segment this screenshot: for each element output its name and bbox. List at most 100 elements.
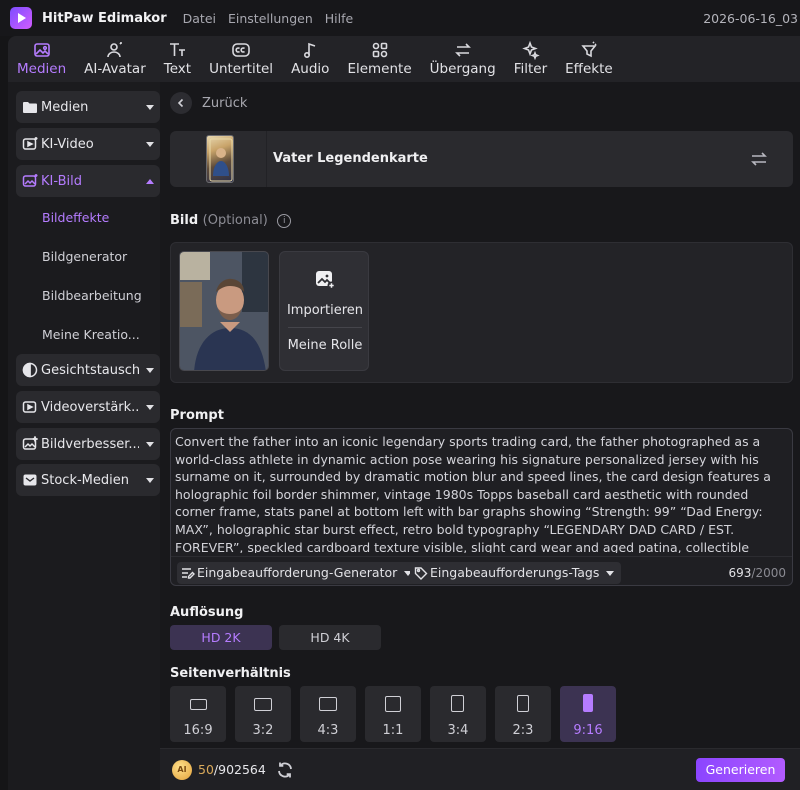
ratio-2-3[interactable]: 2:3	[495, 686, 551, 742]
sidebar-item-label: KI-Bild	[41, 173, 82, 189]
top-toolbar: Medien AI-Avatar Text Untertitel Audio E…	[8, 36, 800, 82]
app-logo-icon	[10, 7, 32, 29]
menu-datei[interactable]: Datei	[183, 11, 216, 26]
ratio-4-3[interactable]: 4:3	[300, 686, 356, 742]
sidebar-item-ki-video[interactable]: KI-Video	[16, 128, 160, 160]
selected-effect-card[interactable]: Vater Legendenkarte	[170, 131, 793, 187]
tab-label: Untertitel	[209, 61, 274, 77]
text-icon	[170, 43, 186, 56]
bottom-bar: AI 50/902564 Generieren	[160, 748, 800, 790]
avatar-icon	[107, 42, 122, 58]
image-enhance-icon	[22, 436, 38, 450]
ratio-3-2[interactable]: 3:2	[235, 686, 291, 742]
tab-medien[interactable]: Medien	[8, 40, 75, 82]
import-card[interactable]: Importieren Meine Rolle	[279, 251, 369, 371]
prompt-generator-label: Eingabeaufforderung-Generator	[197, 565, 398, 580]
title-bar: HitPaw Edimakor Datei Einstellungen Hilf…	[0, 0, 800, 36]
media-icon	[33, 43, 50, 57]
ratio-label: 2:3	[512, 723, 534, 738]
chevron-down-icon	[606, 571, 615, 576]
sidebar-item-bildverbesserer[interactable]: Bildverbesser...	[16, 428, 160, 460]
my-role-button[interactable]: Meine Rolle	[280, 338, 370, 353]
ratio-label: 9:16	[573, 723, 603, 738]
sidebar-subitem-bildeffekte[interactable]: Bildeffekte	[42, 210, 109, 225]
sidebar-subitem-bildbearbeitung[interactable]: Bildbearbeitung	[42, 288, 142, 303]
menu-hilfe[interactable]: Hilfe	[325, 11, 353, 26]
credits-coin-icon: AI	[172, 760, 192, 780]
tab-filter[interactable]: Filter	[505, 40, 556, 82]
ratio-shape-icon	[319, 697, 337, 711]
tab-label: Effekte	[565, 61, 613, 77]
info-icon[interactable]: i	[277, 214, 292, 228]
credits-total: /902564	[213, 762, 266, 777]
ratio-label: 3:4	[447, 723, 469, 738]
ratio-shape-icon	[517, 695, 529, 712]
ratio-1-1[interactable]: 1:1	[365, 686, 421, 742]
tab-text[interactable]: Text	[155, 40, 200, 82]
sidebar-item-ki-bild[interactable]: KI-Bild	[16, 165, 160, 197]
sidebar-item-stock-medien[interactable]: Stock-Medien	[16, 464, 160, 496]
image-panel: Importieren Meine Rolle	[170, 242, 793, 383]
effect-thumbnail	[206, 135, 234, 183]
ratio-16-9[interactable]: 16:9	[170, 686, 226, 742]
refresh-icon[interactable]	[276, 761, 294, 779]
import-button[interactable]: Importieren	[280, 303, 370, 318]
chevron-down-icon	[146, 142, 154, 147]
app-name: HitPaw Edimakor	[42, 10, 167, 26]
video-enhance-icon	[22, 401, 37, 413]
resolution-hd-2k[interactable]: HD 2K	[170, 625, 272, 650]
prompt-section-label: Prompt	[170, 408, 224, 423]
prompt-tags-label: Eingabeaufforderungs-Tags	[430, 565, 600, 580]
resolution-hd-4k[interactable]: HD 4K	[279, 625, 381, 650]
folder-icon	[23, 102, 37, 113]
tab-untertitel[interactable]: Untertitel	[200, 40, 282, 82]
filter-icon	[522, 40, 541, 60]
credits-used: 50	[198, 762, 214, 777]
tab-elemente[interactable]: Elemente	[338, 40, 420, 82]
sidebar-item-label: Videoverstärk...	[41, 399, 139, 415]
sidebar-item-label: KI-Video	[41, 136, 94, 152]
sidebar-subitem-meine-kreationen[interactable]: Meine Kreatio...	[42, 327, 140, 342]
sidebar-item-videoverstaerker[interactable]: Videoverstärk...	[16, 391, 160, 423]
image-section-label: Bild (Optional) i	[170, 213, 292, 228]
sidebar-item-gesichtstausch[interactable]: Gesichtstausch	[16, 354, 160, 386]
ratio-9-16[interactable]: 9:16	[560, 686, 616, 742]
ratio-label: 16:9	[183, 723, 213, 738]
card-divider	[266, 131, 267, 187]
effect-title: Vater Legendenkarte	[273, 151, 428, 166]
menu-einstellungen[interactable]: Einstellungen	[228, 11, 313, 26]
tab-audio[interactable]: Audio	[282, 40, 338, 82]
prompt-tags-dropdown[interactable]: Eingabeaufforderungs-Tags	[410, 562, 622, 584]
chevron-down-icon	[146, 368, 154, 373]
chevron-down-icon	[146, 442, 154, 447]
generate-button[interactable]: Generieren	[696, 758, 785, 782]
char-counter: 693/2000	[729, 566, 787, 580]
tab-uebergang[interactable]: Übergang	[421, 40, 505, 82]
ratio-shape-icon	[451, 695, 464, 712]
chevron-down-icon	[146, 405, 154, 410]
sidebar-item-label: Medien	[41, 99, 89, 115]
uploaded-photo[interactable]	[179, 251, 269, 371]
back-button[interactable]: Zurück	[170, 92, 247, 114]
tab-ai-avatar[interactable]: AI-Avatar	[75, 40, 155, 82]
tab-label: Übergang	[429, 61, 496, 77]
tab-label: Elemente	[347, 61, 412, 77]
ratio-shape-icon	[583, 694, 593, 712]
prompt-generator-dropdown[interactable]: Eingabeaufforderung-Generator	[177, 562, 420, 584]
main-panel: Zurück Vater Legendenkarte Bild (Optiona…	[160, 82, 800, 790]
chevron-left-icon	[170, 92, 192, 114]
ratio-3-4[interactable]: 3:4	[430, 686, 486, 742]
prompt-textarea[interactable]: Convert the father into an iconic legend…	[175, 433, 787, 553]
sidebar-item-medien[interactable]: Medien	[16, 91, 160, 123]
tab-effekte[interactable]: Effekte	[556, 40, 622, 82]
chevron-down-icon	[146, 105, 154, 110]
swap-icon[interactable]	[750, 151, 768, 167]
prompt-generator-icon	[182, 568, 195, 579]
aspect-ratio-label: Seitenverhältnis	[170, 666, 291, 681]
sidebar-subitem-bildgenerator[interactable]: Bildgenerator	[42, 249, 127, 264]
transition-icon	[454, 43, 471, 57]
credits-display: 50/902564	[198, 762, 266, 777]
ratio-shape-icon	[190, 699, 207, 710]
ai-video-icon	[22, 137, 38, 150]
sidebar-item-label: Bildverbesser...	[41, 436, 139, 452]
